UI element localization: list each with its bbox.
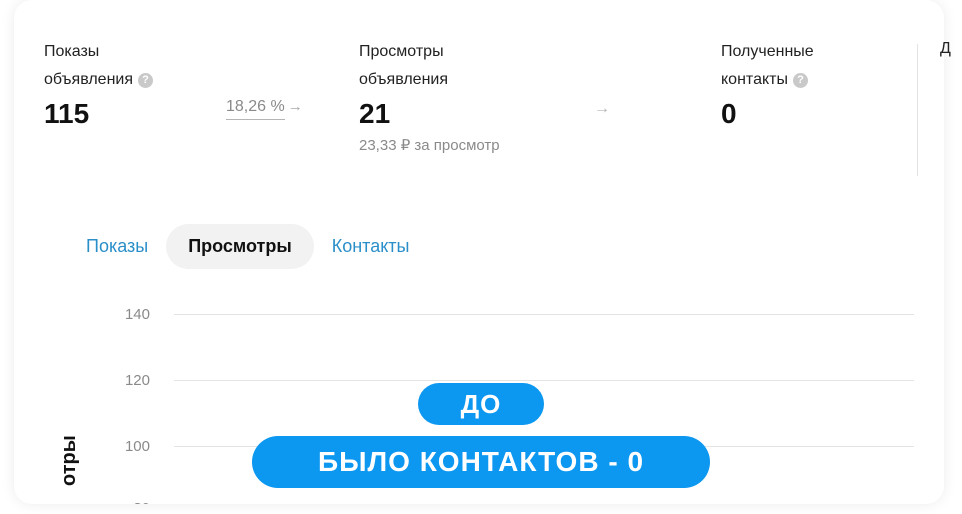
conversion-impressions-to-views: 18,26 % →: [226, 98, 303, 120]
contacts-label-line2: контакты?: [721, 66, 814, 94]
statistics-card: Показы объявления? 115 18,26 % → Просмотр…: [14, 0, 944, 504]
impressions-value: 115: [44, 98, 90, 129]
gridline: [174, 380, 914, 381]
cost-per-view: 23,33 ₽ за просмотр: [359, 137, 500, 154]
contacts-value: 0: [721, 98, 737, 129]
tab-contacts[interactable]: Контакты: [316, 224, 426, 269]
y-tick-120: 120: [124, 372, 150, 389]
chart-tabs: Показы Просмотры Контакты: [70, 222, 427, 270]
views-label-line2: объявления: [359, 71, 448, 88]
help-icon[interactable]: ?: [792, 73, 808, 88]
y-tick-100: 100: [124, 438, 150, 455]
impressions-label-line2: объявления?: [44, 66, 153, 94]
arrow-right-icon: →: [287, 98, 303, 115]
impressions-label-line1: Показы: [44, 43, 100, 60]
next-stat-fragment: Д: [940, 40, 951, 57]
views-label-line1: Просмотры: [359, 43, 444, 60]
arrow-right-icon: →: [594, 100, 610, 117]
y-tick-140: 140: [124, 306, 150, 323]
contacts-count-badge: БЫЛО КОНТАКТОВ - 0: [252, 436, 710, 488]
views-value: 21: [359, 98, 391, 129]
tab-views[interactable]: Просмотры: [166, 223, 314, 269]
contacts-label-line1: Полученные: [721, 43, 814, 60]
divider: [917, 44, 918, 176]
help-icon[interactable]: ?: [138, 73, 153, 88]
conversion-percent: 18,26 %: [226, 98, 285, 120]
tab-impressions[interactable]: Показы: [70, 224, 164, 269]
gridline: [174, 314, 914, 315]
stat-views: Просмотры объявления 21 23,33 ₽ за просм…: [359, 38, 500, 154]
stat-impressions: Показы объявления? 115: [44, 38, 153, 132]
y-tick-80: 80: [100, 500, 150, 504]
stat-contacts: Полученные контакты? 0: [721, 38, 814, 132]
before-badge: ДО: [418, 383, 544, 425]
y-axis-label: отры: [58, 435, 80, 486]
